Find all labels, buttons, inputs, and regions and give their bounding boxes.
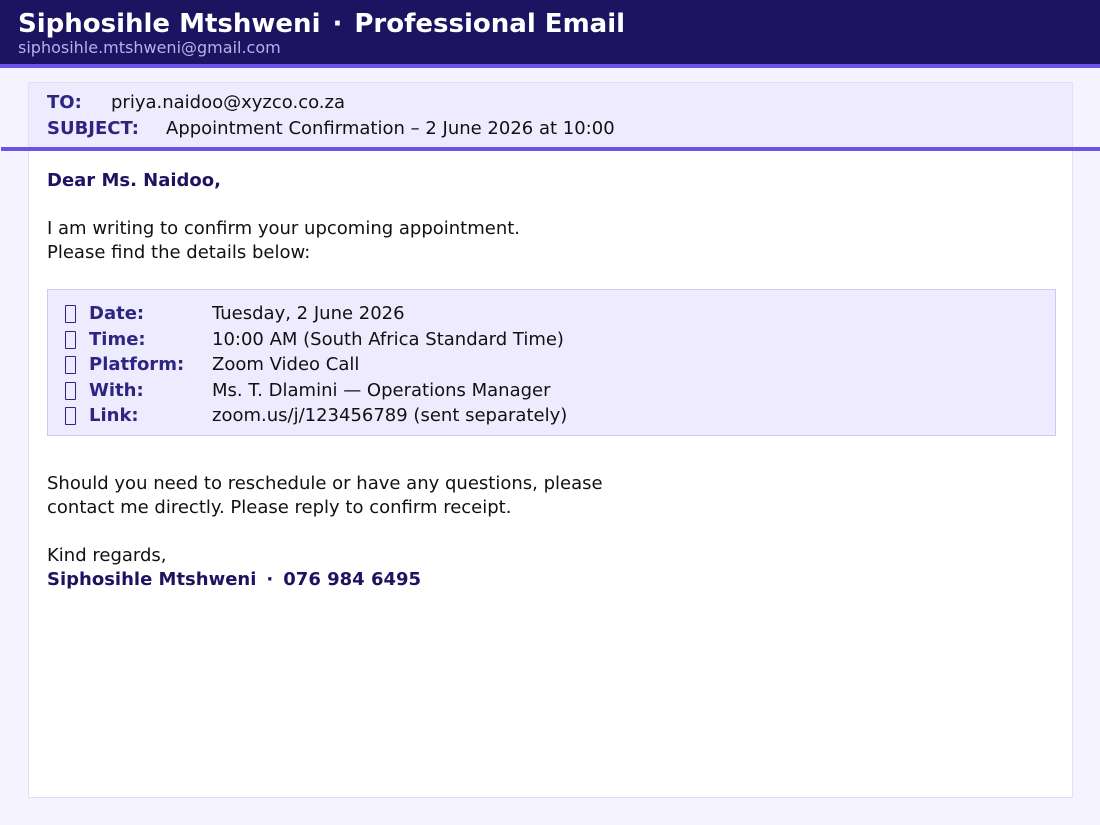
closing-line: contact me directly. Please reply to con…: [47, 497, 512, 518]
closing-paragraph: Should you need to reschedule or have an…: [47, 472, 1057, 520]
app-title: Siphosihle Mtshweni · Professional Email: [18, 8, 625, 40]
signature-phone: 076 984 6495: [283, 569, 422, 590]
detail-value: zoom.us/j/123456789 (sent separately): [212, 405, 568, 427]
app-name: Professional Email: [354, 9, 626, 39]
title-separator: ·: [332, 9, 343, 39]
calendar-icon: [65, 305, 76, 323]
signature-name: Siphosihle Mtshweni: [47, 569, 257, 590]
clock-icon: [65, 330, 76, 349]
link-icon: [65, 407, 76, 426]
app-header: Siphosihle Mtshweni · Professional Email s…: [0, 0, 1100, 68]
person-icon: [65, 381, 76, 400]
detail-label: Link:: [89, 405, 139, 427]
to-label: TO:: [47, 92, 82, 113]
email-card: TO: priya.naidoo@xyzco.co.za SUBJECT: Appo…: [1, 82, 1100, 798]
detail-value: Zoom Video Call: [212, 354, 360, 376]
detail-label: Time:: [89, 328, 146, 350]
appointment-details: Date: Tuesday, 2 June 2026 Time: 10:00 A…: [47, 289, 1056, 436]
email-body[interactable]: Dear Ms. Naidoo, I am writing to confirm…: [47, 169, 1057, 592]
email-meta: TO: priya.naidoo@xyzco.co.za SUBJECT: Appo…: [29, 83, 1072, 147]
subject-field[interactable]: Appointment Confirmation – 2 June 2026 a…: [166, 118, 615, 139]
detail-row-link: Link: zoom.us/j/123456789 (sent separate…: [48, 404, 1055, 430]
sender-email: siphosihle.mtshweni@gmail.com: [18, 38, 281, 57]
regards: Kind regards,: [47, 545, 167, 566]
detail-row-with: With: Ms. T. Dlamini — Operations Manage…: [48, 379, 1055, 405]
detail-row-time: Time: 10:00 AM (South Africa Standard Ti…: [48, 328, 1055, 354]
signature-separator: ·: [266, 569, 274, 590]
detail-value: 10:00 AM (South Africa Standard Time): [212, 328, 564, 350]
intro-paragraph: I am writing to confirm your upcoming ap…: [47, 217, 1057, 265]
detail-label: Date:: [89, 303, 145, 324]
detail-label: With:: [89, 379, 144, 401]
sender-name: Siphosihle Mtshweni: [18, 9, 321, 39]
greeting: Dear Ms. Naidoo,: [47, 170, 222, 191]
to-field[interactable]: priya.naidoo@xyzco.co.za: [111, 92, 345, 113]
closing-line: Should you need to reschedule or have an…: [47, 473, 603, 494]
detail-row-date: Date: Tuesday, 2 June 2026: [48, 302, 1055, 328]
to-row: TO: priya.naidoo@xyzco.co.za: [47, 92, 345, 114]
detail-value: Ms. T. Dlamini — Operations Manager: [212, 379, 551, 401]
detail-value: Tuesday, 2 June 2026: [212, 303, 405, 324]
detail-row-platform: Platform: Zoom Video Call: [48, 353, 1055, 379]
signature: Siphosihle Mtshweni · 076 984 6495: [47, 568, 1057, 592]
intro-line: I am writing to confirm your upcoming ap…: [47, 218, 521, 239]
video-icon: [65, 356, 76, 375]
subject-row: SUBJECT: Appointment Confirmation – 2 Jun…: [47, 118, 615, 140]
detail-label: Platform:: [89, 354, 185, 376]
meta-divider: [1, 147, 1100, 151]
subject-label: SUBJECT:: [47, 118, 139, 139]
intro-line: Please find the details below:: [47, 242, 311, 263]
